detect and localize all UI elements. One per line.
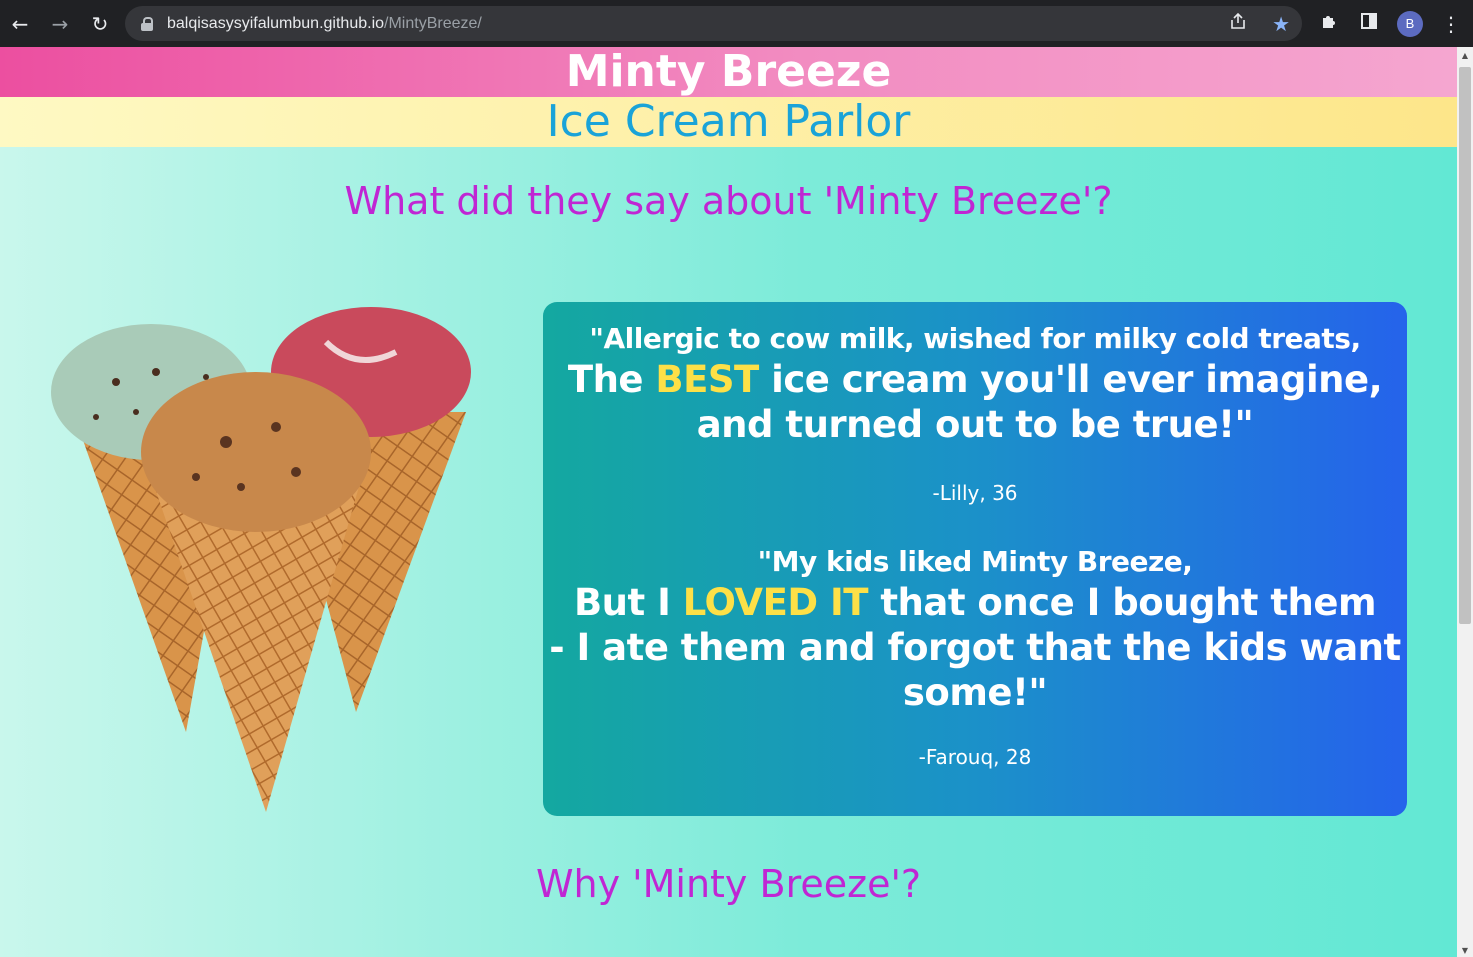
testimonial-1-author: -Lilly, 36 [932, 481, 1018, 505]
testimonial-1-line3: and turned out to be true!" [696, 403, 1254, 446]
testimonial-2-line2: But I LOVED IT that once I bought them [543, 580, 1407, 625]
avatar[interactable]: B [1397, 10, 1423, 37]
back-icon[interactable]: ← [6, 10, 34, 38]
menu-icon[interactable]: ⋮ [1439, 12, 1463, 36]
testimonials-heading: What did they say about 'Minty Breeze'? [344, 179, 1113, 223]
scrollbar-thumb[interactable] [1459, 67, 1471, 624]
ice-cream-cones-image [51, 307, 471, 812]
share-icon[interactable] [1226, 12, 1250, 35]
testimonial-2-line2-end: that once I bought them [867, 581, 1377, 624]
testimonial-1: "Allergic to cow milk, wished for milky … [543, 302, 1407, 505]
testimonial-2-line3: - I ate them and forgot that the kids wa… [549, 626, 1401, 669]
testimonial-2-author: -Farouq, 28 [918, 745, 1032, 769]
reload-icon[interactable]: ↻ [86, 10, 114, 38]
scroll-up-icon[interactable]: ▲ [1457, 51, 1473, 60]
site-subtitle-banner: Ice Cream Parlor [0, 97, 1457, 147]
testimonial-2-line1: "My kids liked Minty Breeze, [757, 545, 1193, 578]
testimonial-1-line2: The BEST ice cream you'll ever imagine, [543, 357, 1407, 402]
address-bar[interactable]: balqisasysyifalumbun.github.io/MintyBree… [125, 6, 1302, 41]
site-title-banner: Minty Breeze [0, 47, 1457, 97]
testimonial-1-line1: "Allergic to cow milk, wished for milky … [589, 322, 1361, 355]
testimonial-2: "My kids liked Minty Breeze, But I LOVED… [543, 545, 1407, 769]
extensions-icon[interactable] [1317, 12, 1341, 35]
testimonial-1-line2-end: ice cream you'll ever imagine, [758, 358, 1383, 401]
testimonial-2-line4: some!" [902, 671, 1048, 714]
site-subtitle: Ice Cream Parlor [546, 96, 911, 147]
side-panel-icon[interactable] [1357, 12, 1381, 35]
url-host: balqisasysyifalumbun.github.io [167, 14, 385, 32]
url-text[interactable]: balqisasysyifalumbun.github.io/MintyBree… [167, 15, 482, 33]
site-title: Minty Breeze [565, 47, 892, 97]
testimonial-1-highlight: BEST [655, 358, 759, 401]
testimonial-1-line2-start: The [567, 358, 656, 401]
page-scrollbar[interactable]: ▲ ▼ [1457, 47, 1473, 957]
browser-toolbar: ← → ↻ balqisasysyifalumbun.github.io/Min… [0, 0, 1473, 47]
url-path: /MintyBreeze/ [384, 14, 482, 32]
scroll-down-icon[interactable]: ▼ [1457, 946, 1473, 955]
testimonial-2-highlight: LOVED IT [682, 581, 869, 624]
lock-icon[interactable] [141, 16, 153, 31]
forward-icon[interactable]: → [46, 10, 74, 38]
testimonials-card: "Allergic to cow milk, wished for milky … [543, 302, 1407, 816]
page-content: Minty Breeze Ice Cream Parlor What did t… [0, 47, 1457, 957]
star-icon[interactable]: ★ [1272, 12, 1290, 36]
testimonial-2-line2-start: But I [573, 581, 683, 624]
why-heading: Why 'Minty Breeze'? [535, 862, 922, 906]
